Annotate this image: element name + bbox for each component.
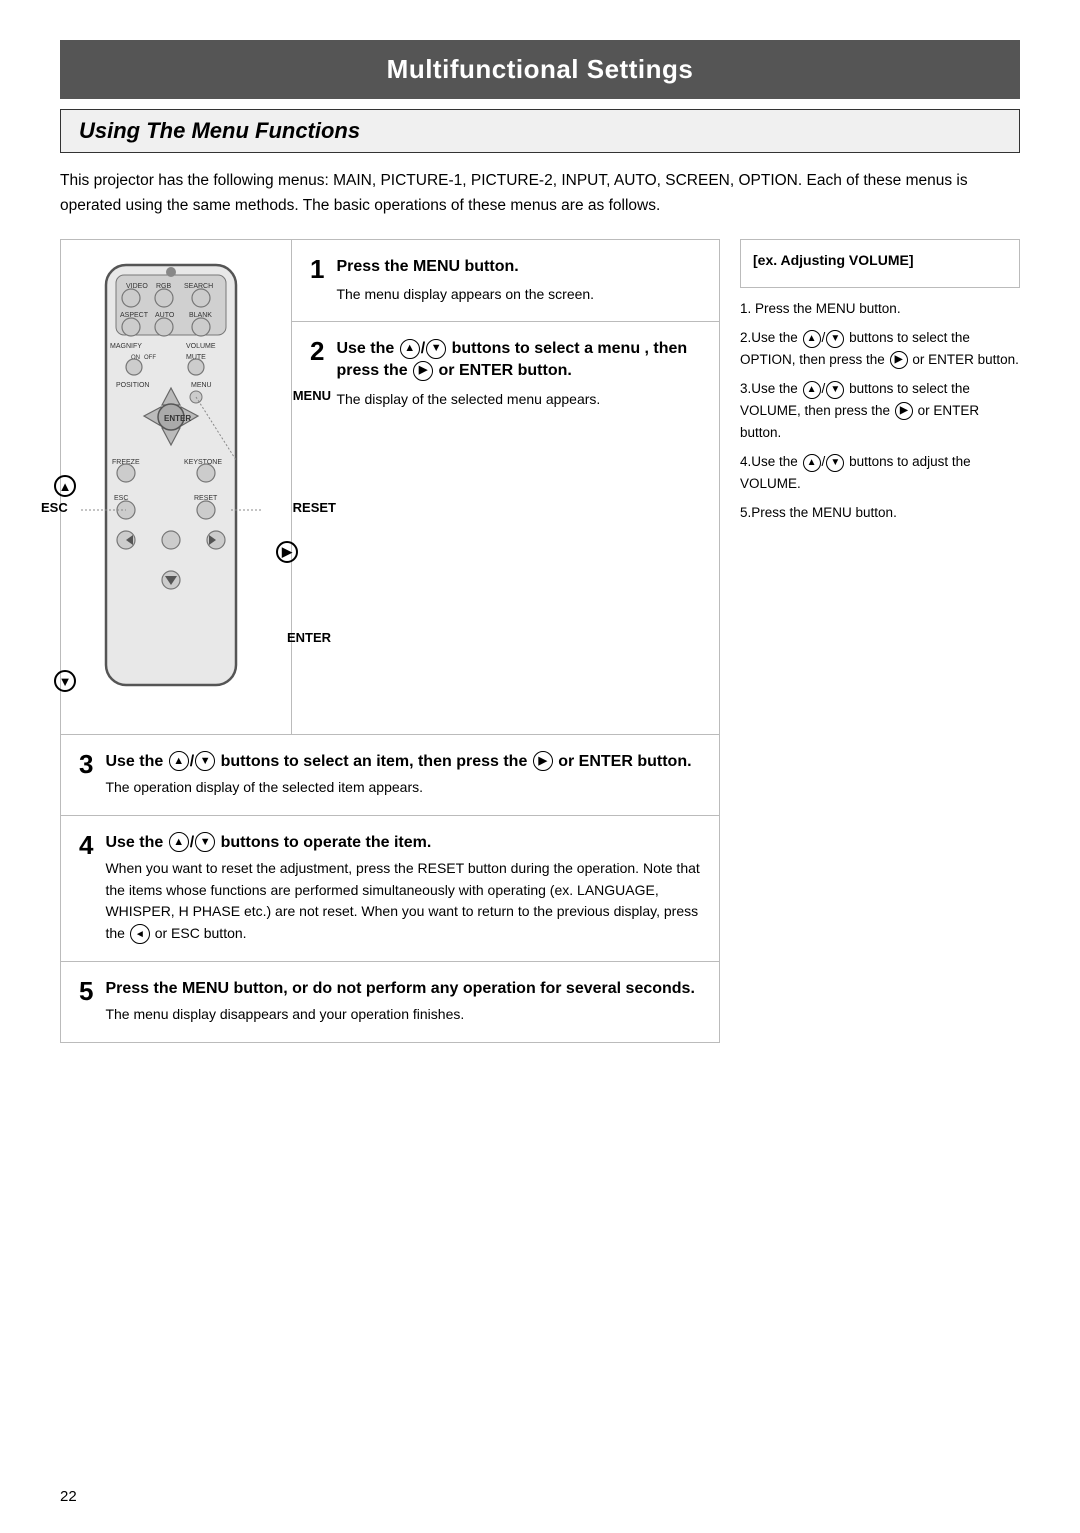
down-icon-ex4: ▼ (826, 454, 844, 472)
up-arrow-icon-2: ▲ (400, 339, 420, 359)
down-icon-ex2: ▼ (826, 330, 844, 348)
up-icon-ex2: ▲ (803, 330, 821, 348)
enter-label: ENTER (287, 630, 331, 645)
down-arrow-icon-3: ▼ (195, 751, 215, 771)
example-step-2: 2.Use the ▲/▼ buttons to select the OPTI… (740, 327, 1020, 370)
svg-text:POSITION: POSITION (116, 382, 149, 389)
right-column: [ex. Adjusting VOLUME] 1. Press the MENU… (720, 239, 1020, 1043)
arrow-right-label: ▶ (276, 540, 298, 563)
step-5-title: Press the MENU button, or do not perform… (105, 978, 694, 1000)
svg-text:ASPECT: ASPECT (120, 312, 149, 319)
steps-1-2-container: ▲ ▼ ▶ (60, 239, 720, 735)
step-1-title: Press the MENU button. (336, 256, 594, 278)
step-3-desc: The operation display of the selected it… (105, 777, 691, 799)
example-step-4: 4.Use the ▲/▼ buttons to adjust the VOLU… (740, 451, 1020, 494)
step-1-desc: The menu display appears on the screen. (336, 284, 594, 305)
page: Multifunctional Settings Using The Menu … (0, 0, 1080, 1533)
example-title: [ex. Adjusting VOLUME] (753, 250, 1007, 271)
arrow-down-label: ▼ (54, 670, 76, 693)
step-4-desc: When you want to reset the adjustment, p… (105, 858, 701, 945)
step-4-title: Use the ▲/▼ buttons to operate the item. (105, 832, 701, 854)
svg-text:MENU: MENU (191, 382, 212, 389)
step-2-box: 2 Use the ▲/▼ buttons to select a menu ,… (292, 322, 719, 426)
step-5-num: 5 (79, 978, 93, 1004)
up-icon-ex3: ▲ (803, 381, 821, 399)
step-3-title: Use the ▲/▼ buttons to select an item, t… (105, 751, 691, 773)
down-icon-ex3: ▼ (826, 381, 844, 399)
left-arrow-icon-4: ◄ (130, 924, 150, 944)
step-1-box: 1 Press the MENU button. The menu displa… (292, 240, 719, 322)
right-arrow-icon-2: ▶ (413, 361, 433, 381)
left-column: ▲ ▼ ▶ (60, 239, 720, 1043)
section-title: Using The Menu Functions (60, 109, 1020, 153)
esc-label: ESC (41, 500, 68, 515)
step-2-desc: The display of the selected menu appears… (336, 389, 701, 410)
page-number: 22 (60, 1488, 77, 1505)
right-icon-ex2: ▶ (890, 351, 908, 369)
down-arrow-icon-2: ▼ (426, 339, 446, 359)
step-2-num: 2 (310, 338, 324, 364)
step-2-title: Use the ▲/▼ buttons to select a menu , t… (336, 338, 701, 383)
up-arrow-icon-3: ▲ (169, 751, 189, 771)
step-5-desc: The menu display disappears and your ope… (105, 1004, 694, 1026)
main-content: ▲ ▼ ▶ (60, 239, 1020, 1043)
remote-illustration: ▲ ▼ ▶ (76, 260, 276, 724)
example-box: [ex. Adjusting VOLUME] (740, 239, 1020, 288)
example-step-5: 5.Press the MENU button. (740, 502, 1020, 524)
remote-svg: VIDEO RGB SEARCH ASPECT AUTO BLANK (76, 260, 266, 720)
example-step-3: 3.Use the ▲/▼ buttons to select the VOLU… (740, 378, 1020, 443)
menu-label: MENU (293, 388, 331, 403)
right-icon-ex3: ▶ (895, 402, 913, 420)
step-3-row: 3 Use the ▲/▼ buttons to select an item,… (60, 735, 720, 816)
step-5-row: 5 Press the MENU button, or do not perfo… (60, 962, 720, 1043)
down-arrow-icon-4: ▼ (195, 832, 215, 852)
arrow-up-label: ▲ (54, 475, 76, 498)
reset-label: RESET (293, 500, 336, 515)
svg-text:MAGNIFY: MAGNIFY (110, 343, 142, 350)
up-arrow-icon-4: ▲ (169, 832, 189, 852)
step-4-num: 4 (79, 832, 93, 858)
step-3-num: 3 (79, 751, 93, 777)
svg-text:OFF: OFF (144, 355, 156, 361)
svg-text:VOLUME: VOLUME (186, 343, 216, 350)
step-4-row: 4 Use the ▲/▼ buttons to operate the ite… (60, 816, 720, 962)
right-arrow-icon-3: ▶ (533, 751, 553, 771)
example-steps: 1. Press the MENU button. 2.Use the ▲/▼ … (740, 298, 1020, 524)
steps-1-2-text: 1 Press the MENU button. The menu displa… (291, 240, 719, 734)
example-step-1: 1. Press the MENU button. (740, 298, 1020, 320)
remote-area: ▲ ▼ ▶ (61, 240, 291, 734)
intro-text: This projector has the following menus: … (60, 169, 1020, 219)
step-1-num: 1 (310, 256, 324, 282)
header-title: Multifunctional Settings (387, 54, 694, 84)
up-icon-ex4: ▲ (803, 454, 821, 472)
header-bar: Multifunctional Settings (60, 40, 1020, 99)
svg-text:ENTER: ENTER (164, 414, 191, 423)
